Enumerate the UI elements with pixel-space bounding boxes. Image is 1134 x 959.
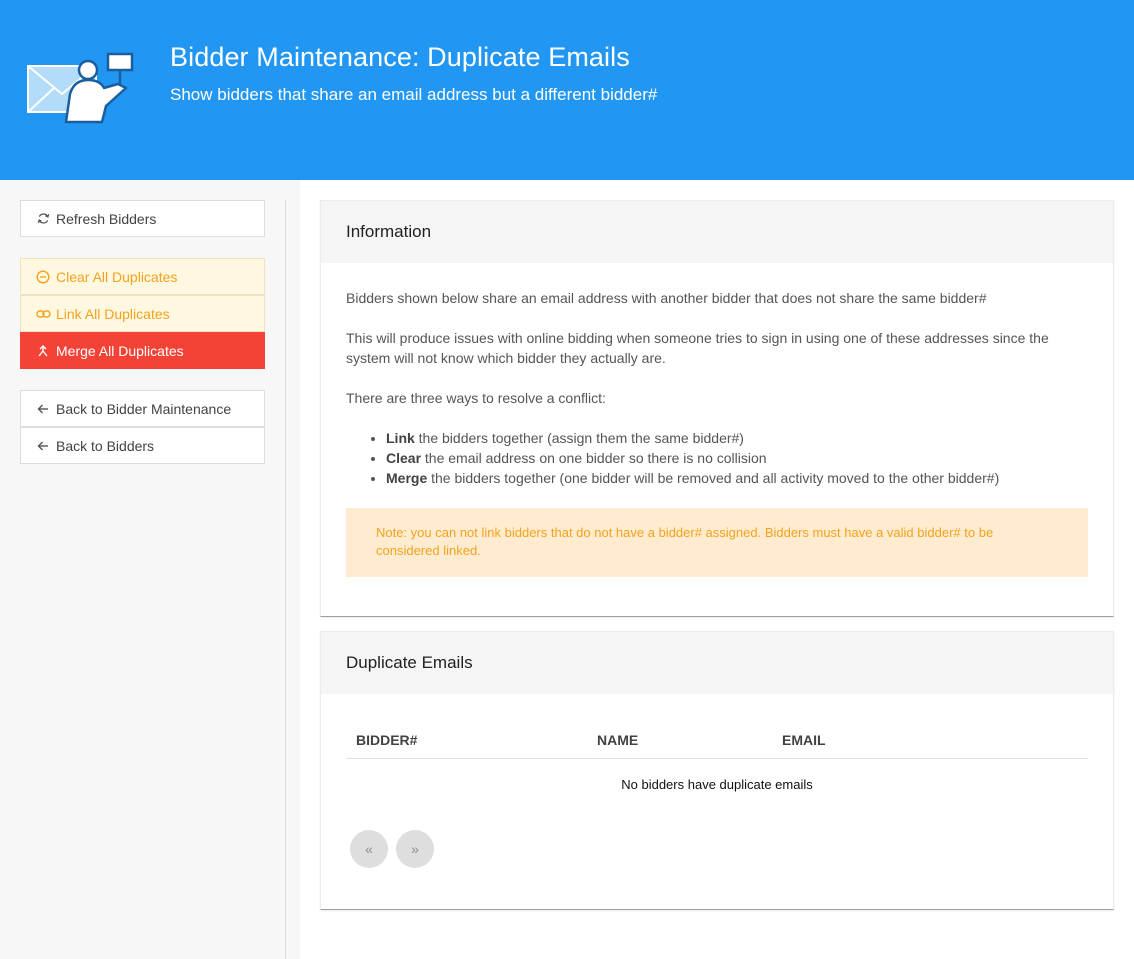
duplicate-emails-card: Duplicate Emails BIDDER# NAME EMAIL No b…: [320, 631, 1114, 910]
option-text: the bidders together (one bidder will be…: [427, 470, 1000, 486]
option-text: the email address on one bidder so there…: [421, 450, 767, 466]
next-page-button[interactable]: »: [396, 830, 434, 868]
resolution-options-list: Link the bidders together (assign them t…: [386, 428, 1088, 488]
email-bidder-logo-icon: [27, 52, 134, 124]
page-subtitle: Show bidders that share an email address…: [170, 85, 658, 104]
list-item: Link the bidders together (assign them t…: [386, 428, 1088, 448]
refresh-icon: [33, 212, 53, 225]
option-text: the bidders together (assign them the sa…: [414, 430, 744, 446]
sidebar-divider: [285, 200, 286, 959]
column-header-email[interactable]: EMAIL: [772, 722, 1088, 759]
previous-page-button[interactable]: «: [350, 830, 388, 868]
empty-table-message: No bidders have duplicate emails: [621, 776, 813, 792]
info-paragraph: This will produce issues with online bid…: [346, 330, 1049, 366]
clear-all-duplicates-label: Clear All Duplicates: [56, 268, 178, 285]
link-all-duplicates-button[interactable]: Link All Duplicates: [20, 295, 265, 332]
option-term: Link: [386, 430, 415, 446]
table-header-row: BIDDER# NAME EMAIL: [346, 722, 1088, 759]
minus-circle-icon: [33, 269, 53, 284]
merge-icon: [33, 344, 53, 357]
info-paragraph: Bidders shown below share an email addre…: [346, 290, 987, 306]
page-title: Bidder Maintenance: Duplicate Emails: [170, 42, 630, 72]
merge-all-duplicates-button[interactable]: Merge All Duplicates: [20, 332, 265, 369]
duplicate-emails-heading: Duplicate Emails: [321, 632, 1113, 694]
refresh-bidders-label: Refresh Bidders: [56, 210, 157, 227]
back-to-bidders-button[interactable]: Back to Bidders: [20, 427, 265, 464]
note-alert: Note: you can not link bidders that do n…: [346, 508, 1088, 577]
refresh-bidders-button[interactable]: Refresh Bidders: [20, 200, 265, 237]
list-item: Merge the bidders together (one bidder w…: [386, 468, 1088, 488]
info-paragraph: There are three ways to resolve a confli…: [346, 390, 606, 406]
duplicates-table: BIDDER# NAME EMAIL No bidders have dupli…: [346, 722, 1088, 810]
clear-all-duplicates-button[interactable]: Clear All Duplicates: [20, 258, 265, 295]
arrow-left-icon: [33, 440, 53, 452]
information-body: Bidders shown below share an email addre…: [321, 263, 1113, 577]
arrow-left-icon: [33, 403, 53, 415]
option-term: Merge: [386, 470, 428, 486]
list-item: Clear the email address on one bidder so…: [386, 448, 1088, 468]
back-to-bidder-maintenance-button[interactable]: Back to Bidder Maintenance: [20, 390, 265, 427]
information-card: Information Bidders shown below share an…: [320, 200, 1114, 617]
back-to-bidder-maintenance-label: Back to Bidder Maintenance: [56, 400, 232, 417]
information-heading: Information: [321, 201, 1113, 263]
table-row: No bidders have duplicate emails: [346, 758, 1088, 810]
merge-all-duplicates-label: Merge All Duplicates: [56, 342, 184, 359]
column-header-bidder[interactable]: BIDDER#: [346, 722, 587, 759]
column-header-name[interactable]: NAME: [587, 722, 772, 759]
option-term: Clear: [386, 450, 422, 466]
link-icon: [33, 309, 53, 319]
page-header: Bidder Maintenance: Duplicate Emails Sho…: [0, 0, 1134, 180]
back-to-bidders-label: Back to Bidders: [56, 437, 155, 454]
link-all-duplicates-label: Link All Duplicates: [56, 305, 170, 322]
